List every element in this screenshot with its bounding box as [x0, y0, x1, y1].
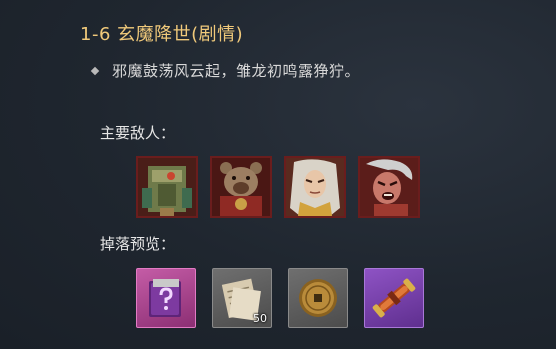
stage-title: 1-6 玄魔降世(剧情)	[80, 24, 244, 45]
white-haired-sage-portrait-icon	[286, 158, 344, 216]
screaming-demon-portrait-icon	[360, 158, 418, 216]
bronze-coin-icon	[299, 279, 337, 317]
description-row: 邪魔鼓荡风云起，雏龙初鸣露狰狞。	[90, 60, 361, 81]
drop-slot-3[interactable]	[288, 268, 348, 328]
enemy-list	[136, 156, 420, 218]
drop-slot-2[interactable]: 50	[212, 268, 272, 328]
enemy-slot-3[interactable]	[284, 156, 346, 218]
armored-construct-portrait-icon	[138, 158, 196, 216]
drop-slot-4[interactable]	[364, 268, 424, 328]
bear-warrior-portrait-icon	[212, 158, 270, 216]
drop-count: 50	[253, 312, 267, 325]
stage-description: 邪魔鼓荡风云起，雏龙初鸣露狰狞。	[112, 62, 361, 80]
mystery-book-icon	[149, 279, 181, 317]
sealed-scroll-icon	[372, 278, 416, 318]
stage-detail-panel: 1-6 玄魔降世(剧情) 邪魔鼓荡风云起，雏龙初鸣露狰狞。 主要敌人： 掉落预览…	[0, 0, 556, 349]
drops-label: 掉落预览：	[100, 235, 176, 253]
drop-list: 50	[136, 268, 424, 328]
enemies-label: 主要敌人：	[100, 124, 176, 142]
enemy-slot-4[interactable]	[358, 156, 420, 218]
diamond-bullet-icon	[90, 66, 100, 75]
enemy-slot-1[interactable]	[136, 156, 198, 218]
enemy-slot-2[interactable]	[210, 156, 272, 218]
drop-slot-1[interactable]	[136, 268, 196, 328]
